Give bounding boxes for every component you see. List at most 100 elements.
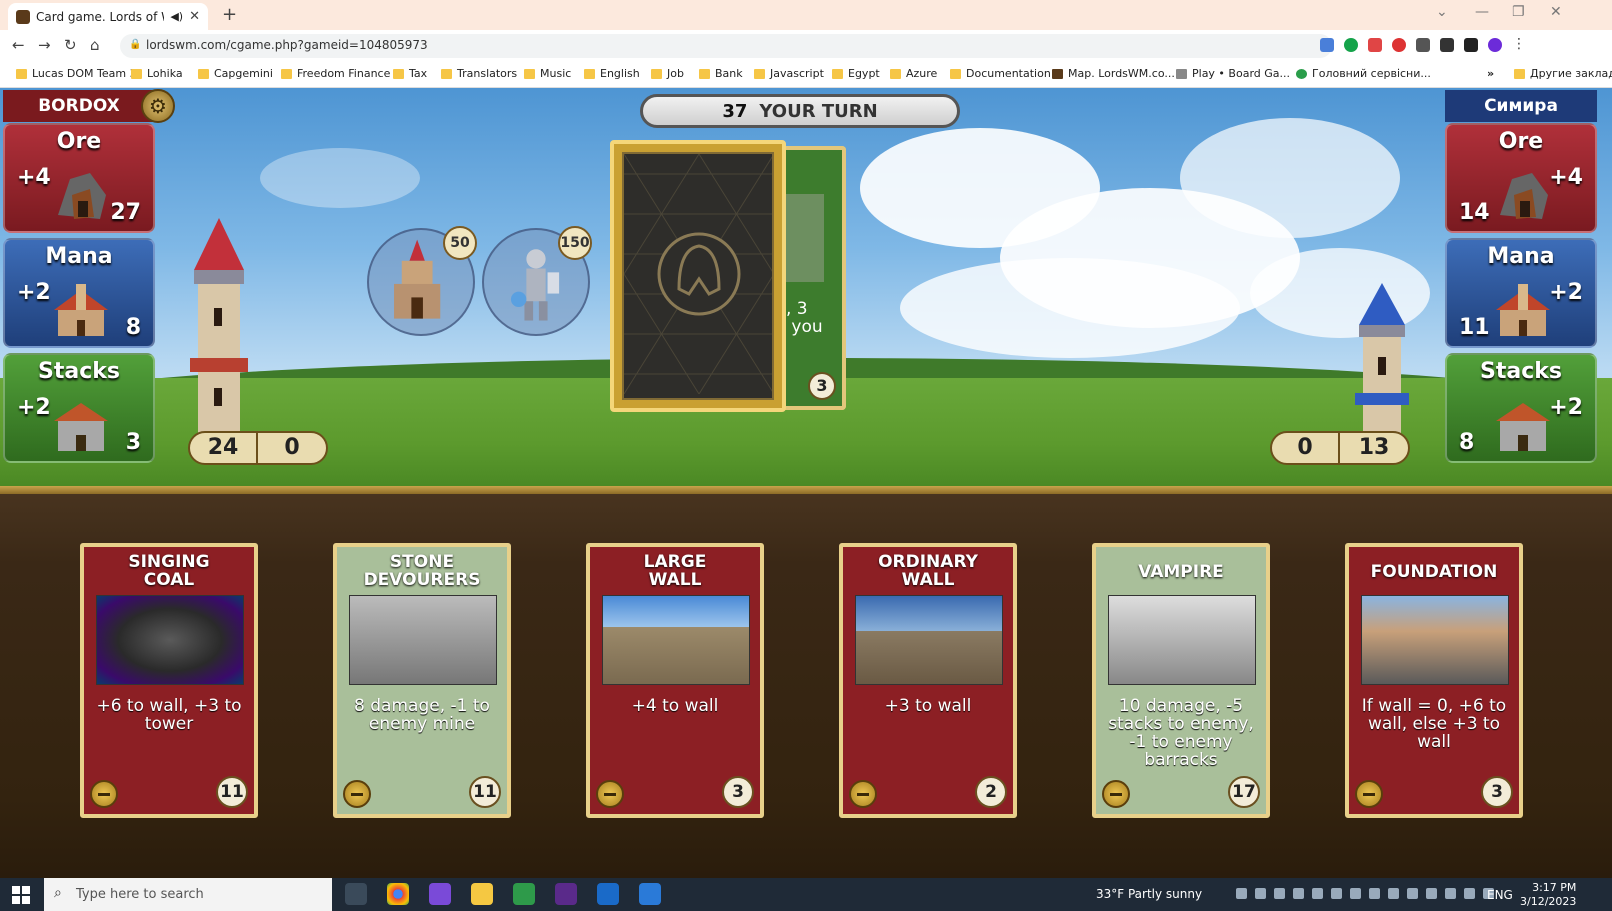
discard-minus-icon[interactable] [596,780,624,808]
robot-icon[interactable] [1416,38,1430,52]
bookmark-item[interactable]: Music [524,67,571,80]
restore-icon[interactable]: ❐ [1512,4,1525,20]
new-tab-button[interactable]: + [222,4,237,25]
weather-widget[interactable]: 33°F Partly sunny [1096,887,1202,901]
bookmark-item[interactable]: English [584,67,640,80]
mana-income: +2 [1549,280,1583,305]
ore-amount: 27 [110,200,141,225]
tray-icon[interactable] [1350,888,1361,899]
card-deck[interactable] [610,140,786,412]
left-tower-score: 24 [190,433,258,463]
bookmark-item[interactable]: Головний сервісни... [1296,67,1431,80]
clock-time: 3:17 PM [1532,881,1577,894]
right-wall-tower-scores: 0 13 [1270,431,1410,465]
bookmark-item[interactable]: Azure [890,67,937,80]
sidepanel-icon[interactable] [1464,38,1478,52]
bookmark-item[interactable]: Lucas DOM Team 3 [16,67,137,80]
bookmark-item[interactable]: Capgemini [198,67,273,80]
hand-card-stone-devourers[interactable]: STONE DEVOURERS 8 damage, -1 to enemy mi… [333,543,511,818]
site-favicon-icon [16,9,30,24]
folder-icon [16,68,27,79]
adblock-icon[interactable] [1392,38,1406,52]
tray-icon[interactable] [1236,888,1247,899]
menu-icon[interactable]: ⋮ [1512,37,1526,52]
chrome-icon[interactable] [387,883,409,905]
tray-icon[interactable] [1388,888,1399,899]
terminal-icon[interactable] [555,883,577,905]
powershell-icon[interactable] [597,883,619,905]
hand-card-foundation[interactable]: FOUNDATION If wall = 0, +6 to wall, else… [1345,543,1523,818]
file-explorer-icon[interactable] [471,883,493,905]
bookmark-item[interactable]: Job [651,67,684,80]
bookmark-item[interactable]: Bank [699,67,743,80]
tab-close-icon[interactable]: ✕ [189,9,200,24]
tray-icon[interactable] [1464,888,1475,899]
mana-label: Mana [45,244,113,269]
address-bar-row: ← → ↻ ⌂ 🔒 lordswm.com/cgame.php?gameid=1… [0,30,1612,62]
mana-label: Mana [1487,244,1555,269]
minimize-icon[interactable]: — [1475,4,1489,20]
bookmarks-overflow-button[interactable]: » [1487,67,1494,80]
window-close-icon[interactable]: ✕ [1550,4,1562,20]
bookmark-item[interactable]: Play • Board Ga... [1176,67,1290,80]
bookmark-item[interactable]: Javascript [754,67,824,80]
profile-avatar[interactable] [1488,38,1502,52]
tray-icon[interactable] [1274,888,1285,899]
discard-minus-icon[interactable] [849,780,877,808]
hand-card-large-wall[interactable]: LARGE WALL +4 to wall 3 [586,543,764,818]
tray-icon[interactable] [1312,888,1323,899]
discard-minus-icon[interactable] [1102,780,1130,808]
notepad-icon[interactable] [513,883,535,905]
grammarly-icon[interactable] [1344,38,1358,52]
forward-icon[interactable]: → [38,36,51,54]
tray-icon[interactable] [1293,888,1304,899]
bookmarks-bar: Lucas DOM Team 3 Lohika Capgemini Freedo… [0,62,1612,88]
discard-minus-icon[interactable] [1355,780,1383,808]
taskbar-clock[interactable]: 3:17 PM 3/12/2023 [1520,881,1576,909]
card-cost: 17 [1228,776,1260,808]
visual-studio-icon[interactable] [429,883,451,905]
audio-icon[interactable]: ◀) [170,10,183,23]
pen-icon[interactable] [1368,38,1382,52]
bookmark-item[interactable]: Lohika [131,67,183,80]
home-icon[interactable]: ⌂ [90,36,100,54]
magic-tower-icon [54,284,108,336]
discard-minus-icon[interactable] [343,780,371,808]
language-indicator[interactable]: ENG [1487,888,1513,902]
browser-chrome: Card game. Lords of War and ◀) ✕ + ⌄ — ❐… [0,0,1612,88]
discard-minus-icon[interactable] [90,780,118,808]
hand-card-vampire[interactable]: VAMPIRE 10 damage, -5 stacks to enemy, -… [1092,543,1270,818]
taskbar-search-input[interactable]: ⌕ Type here to search [44,878,332,911]
tray-icon[interactable] [1369,888,1380,899]
tray-icon[interactable] [1407,888,1418,899]
bookmark-item[interactable]: Documentation [950,67,1051,80]
bookmark-item[interactable]: Tax [393,67,427,80]
bookmark-item[interactable]: Egypt [832,67,880,80]
tray-icon[interactable] [1426,888,1437,899]
windows-start-icon[interactable] [12,886,30,904]
url-input[interactable]: 🔒 lordswm.com/cgame.php?gameid=104805973 [120,34,1332,58]
bookmark-item[interactable]: Freedom Finance [281,67,390,80]
tray-icon[interactable] [1331,888,1342,899]
tray-icon[interactable] [1255,888,1266,899]
reload-icon[interactable]: ↻ [64,36,77,54]
settings-gear-icon[interactable]: ⚙ [141,89,175,123]
hand-card-ordinary-wall[interactable]: ORDINARY WALL +3 to wall 2 [839,543,1017,818]
card-image [602,595,750,685]
tray-icon[interactable] [1445,888,1456,899]
stacks-label: Stacks [38,359,120,384]
bookmark-item[interactable]: Map. LordsWM.co... [1052,67,1175,80]
bookmark-item[interactable]: Translators [441,67,517,80]
puzzle-icon[interactable] [1440,38,1454,52]
hand-card-singing-coal[interactable]: SINGING COAL +6 to wall, +3 to tower 11 [80,543,258,818]
remote-desktop-icon[interactable] [639,883,661,905]
bonus-tower-value: 50 [443,226,477,260]
translate-icon[interactable] [1320,38,1334,52]
task-view-icon[interactable] [345,883,367,905]
card-description: If wall = 0, +6 to wall, else +3 to wall [1361,696,1507,752]
tab-search-icon[interactable]: ⌄ [1436,4,1448,20]
folder-icon [950,68,961,79]
other-bookmarks[interactable]: Другие закладки [1514,67,1612,80]
back-icon[interactable]: ← [12,36,25,54]
tab-active[interactable]: Card game. Lords of War and ◀) ✕ [8,3,208,30]
